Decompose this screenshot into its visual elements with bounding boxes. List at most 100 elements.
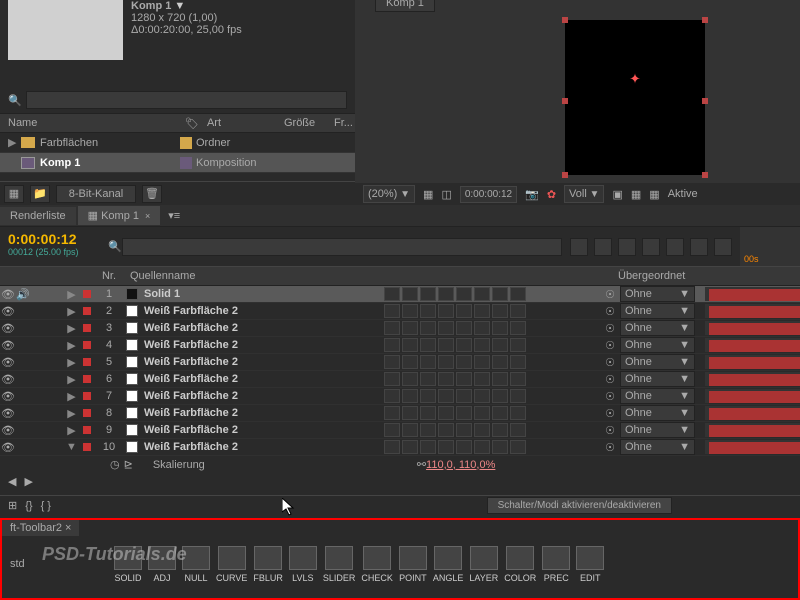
channel-icon[interactable]: ▦ <box>649 188 659 201</box>
viewer-time[interactable]: 0:00:00:12 <box>460 186 517 203</box>
shy-icon[interactable] <box>618 238 636 256</box>
resolution-dropdown[interactable]: Voll ▼ <box>564 185 604 203</box>
project-item-folder[interactable]: ▶ Farbflächen Ordner <box>0 133 355 153</box>
tab-comp[interactable]: ▦ Komp 1× <box>78 206 161 225</box>
grid-icon[interactable]: ▦ <box>423 188 433 201</box>
alpha-icon[interactable]: ▦ <box>631 188 641 201</box>
visibility-icon[interactable]: 👁 <box>0 407 16 420</box>
prev-key-icon[interactable]: ◀ <box>8 475 16 488</box>
visibility-icon[interactable]: 👁 <box>0 441 16 454</box>
link-icon[interactable]: ⚯ <box>417 458 426 471</box>
switch-cell[interactable] <box>456 389 472 403</box>
draft-icon[interactable] <box>594 238 612 256</box>
switch-cell[interactable] <box>402 440 418 454</box>
switch-cell[interactable] <box>456 338 472 352</box>
layer-name[interactable]: Weiß Farbfläche 2 <box>140 424 380 436</box>
audio-icon[interactable]: 🔊 <box>16 288 32 301</box>
toolbar-null-button[interactable]: NULL <box>182 546 210 583</box>
parent-dropdown[interactable]: Ohne▼ <box>620 371 695 387</box>
switch-cell[interactable] <box>474 406 490 420</box>
toolbar-solid-button[interactable]: SOLID <box>114 546 142 583</box>
layer-bar[interactable] <box>709 408 800 420</box>
switch-cell[interactable] <box>474 338 490 352</box>
parent-pickwhip-icon[interactable]: ☉ <box>600 356 620 369</box>
motion-blur-icon[interactable] <box>666 238 684 256</box>
layer-bar[interactable] <box>709 442 800 454</box>
switch-cell[interactable] <box>510 338 526 352</box>
switch-cell[interactable] <box>456 372 472 386</box>
parent-dropdown[interactable]: Ohne▼ <box>620 405 695 421</box>
close-icon[interactable]: × <box>145 211 150 221</box>
parent-pickwhip-icon[interactable]: ☉ <box>600 322 620 335</box>
switch-cell[interactable] <box>402 423 418 437</box>
layer-row[interactable]: 👁▶8Weiß Farbfläche 2☉Ohne▼ <box>0 405 800 422</box>
mask-icon[interactable]: ◫ <box>441 188 451 201</box>
switch-cell[interactable] <box>420 287 436 301</box>
toolbar-point-button[interactable]: POINT <box>399 546 427 583</box>
layer-bar[interactable] <box>709 391 800 403</box>
snapshot-icon[interactable]: 📷 <box>525 188 539 201</box>
switch-cell[interactable] <box>420 372 436 386</box>
layer-name[interactable]: Weiß Farbfläche 2 <box>140 407 380 419</box>
switch-cell[interactable] <box>438 304 454 318</box>
switch-cell[interactable] <box>474 355 490 369</box>
switches-modes-button[interactable]: Schalter/Modi aktivieren/deaktivieren <box>487 497 672 514</box>
parent-pickwhip-icon[interactable]: ☉ <box>600 305 620 318</box>
switch-cell[interactable] <box>438 423 454 437</box>
switch-cell[interactable] <box>402 304 418 318</box>
switch-cell[interactable] <box>492 389 508 403</box>
switch-cell[interactable] <box>510 304 526 318</box>
brackets-icon[interactable]: { } <box>41 500 51 512</box>
switch-cell[interactable] <box>492 406 508 420</box>
twirl-icon[interactable]: ▶ <box>64 305 79 318</box>
label-color[interactable] <box>83 307 91 315</box>
frame-blend-icon[interactable] <box>642 238 660 256</box>
switch-cell[interactable] <box>402 372 418 386</box>
parent-dropdown[interactable]: Ohne▼ <box>620 320 695 336</box>
brainstorm-icon[interactable] <box>714 238 732 256</box>
label-color[interactable] <box>83 426 91 434</box>
visibility-icon[interactable]: 👁 <box>0 322 16 335</box>
layer-row[interactable]: 👁▶4Weiß Farbfläche 2☉Ohne▼ <box>0 337 800 354</box>
toggle-switches-icon[interactable]: ⊞ <box>8 499 17 512</box>
switch-cell[interactable] <box>510 389 526 403</box>
layer-bar[interactable] <box>709 374 800 386</box>
switch-cell[interactable] <box>384 406 400 420</box>
switch-cell[interactable] <box>438 355 454 369</box>
zoom-dropdown[interactable]: (20%) ▼ <box>363 185 415 203</box>
bit-depth-button[interactable]: 8-Bit-Kanal <box>56 185 136 203</box>
parent-dropdown[interactable]: Ohne▼ <box>620 303 695 319</box>
switch-cell[interactable] <box>420 355 436 369</box>
property-scale[interactable]: Skalierung <box>133 459 417 471</box>
time-ruler[interactable]: 00s <box>740 227 800 266</box>
toolbar-edit-button[interactable]: EDIT <box>576 546 604 583</box>
switch-cell[interactable] <box>384 304 400 318</box>
parent-dropdown[interactable]: Ohne▼ <box>620 439 695 455</box>
layer-row[interactable]: 👁▶2Weiß Farbfläche 2☉Ohne▼ <box>0 303 800 320</box>
label-color[interactable] <box>83 290 91 298</box>
parent-dropdown[interactable]: Ohne▼ <box>620 422 695 438</box>
delete-button[interactable]: 🗑 <box>142 185 162 203</box>
switch-cell[interactable] <box>420 440 436 454</box>
color-mgmt-icon[interactable]: ✿ <box>547 188 556 201</box>
layer-row[interactable]: 👁▼10Weiß Farbfläche 2☉Ohne▼ <box>0 439 800 456</box>
expand-icon[interactable]: {} <box>25 500 32 512</box>
switch-cell[interactable] <box>474 304 490 318</box>
toolbar-fblur-button[interactable]: FBLUR <box>253 546 283 583</box>
parent-dropdown[interactable]: Ohne▼ <box>620 337 695 353</box>
toolbar-curve-button[interactable]: CURVE <box>216 546 247 583</box>
ft-toolbar-tab[interactable]: ft-Toolbar2 × <box>2 520 79 536</box>
layer-bar[interactable] <box>709 340 800 352</box>
visibility-icon[interactable]: 👁 <box>0 339 16 352</box>
visibility-icon[interactable]: 👁 <box>0 288 16 301</box>
label-color[interactable] <box>83 443 91 451</box>
switch-cell[interactable] <box>384 338 400 352</box>
toolbar-prec-button[interactable]: PREC <box>542 546 570 583</box>
switch-cell[interactable] <box>420 406 436 420</box>
switch-cell[interactable] <box>420 338 436 352</box>
switch-cell[interactable] <box>384 423 400 437</box>
layer-row[interactable]: 👁▶9Weiß Farbfläche 2☉Ohne▼ <box>0 422 800 439</box>
switch-cell[interactable] <box>438 321 454 335</box>
switch-cell[interactable] <box>510 423 526 437</box>
layer-name[interactable]: Weiß Farbfläche 2 <box>140 339 380 351</box>
